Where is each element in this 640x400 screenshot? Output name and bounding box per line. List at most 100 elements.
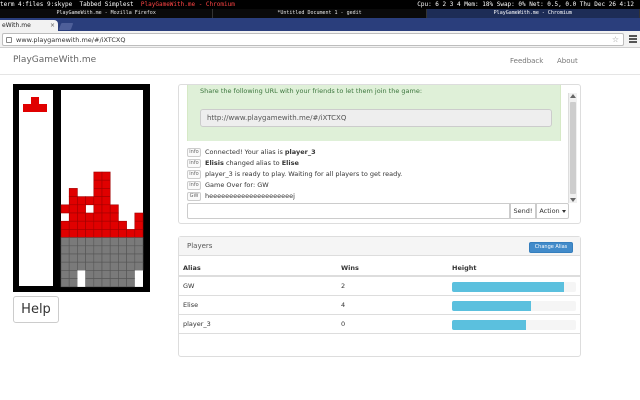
address-url: www.playgamewith.me/#/iXTCXQ — [16, 36, 126, 44]
tetris-cell — [77, 253, 86, 263]
tetris-cell — [101, 204, 111, 214]
message-tag: info — [187, 158, 201, 168]
system-status-bar: term 4:files 9:skype Tabbed Simplest Pla… — [0, 0, 640, 9]
bookmark-star-icon[interactable]: ☆ — [612, 34, 619, 46]
tetris-cell — [68, 270, 78, 279]
tetris-cell — [109, 261, 119, 271]
message-bold: Elisis — [205, 159, 224, 167]
chat-input[interactable] — [187, 203, 510, 219]
tetris-cell — [109, 253, 119, 263]
task-gedit[interactable]: *Untitled Document 1 - gedit — [213, 9, 427, 18]
task-chromium[interactable]: PlayGameWith.me - Chromium — [426, 9, 640, 18]
tetris-cell — [101, 229, 111, 238]
tetris-cell — [68, 196, 78, 206]
scroll-up-icon[interactable] — [570, 94, 576, 98]
scroll-thumb[interactable] — [570, 102, 576, 194]
message-text: Connected! Your alias is — [205, 148, 285, 156]
caret-down-icon — [561, 209, 566, 213]
tetris-cell — [93, 204, 103, 214]
tetris-cell — [77, 220, 86, 230]
players-header: Players Change Alias — [179, 237, 580, 256]
tetris-cell — [85, 220, 95, 230]
table-row: GW 2 — [179, 277, 580, 296]
message-bold: player_3 — [284, 148, 316, 156]
chat-scroll-area[interactable]: Share the following URL with your friend… — [179, 85, 569, 203]
tetris-cell — [134, 237, 144, 247]
scroll-down-icon[interactable] — [570, 198, 576, 202]
chat-scrollbar[interactable] — [568, 93, 577, 203]
tetris-cell — [118, 270, 127, 279]
nav-feedback-link[interactable]: Feedback — [510, 57, 543, 65]
tetris-cell — [31, 97, 39, 105]
tetris-cell — [68, 237, 78, 247]
address-bar[interactable]: www.playgamewith.me/#/iXTCXQ ☆ — [2, 33, 624, 46]
player-alias: player_3 — [183, 320, 211, 328]
player-wins: 4 — [341, 301, 346, 309]
tetris-cell — [93, 196, 103, 206]
new-tab-button[interactable] — [58, 23, 74, 30]
tetris-cell — [60, 220, 70, 230]
tetris-cell — [109, 212, 119, 222]
tetris-cell — [68, 278, 78, 288]
player-wins: 2 — [341, 282, 346, 290]
brand-link[interactable]: PlayGameWith.me — [13, 55, 96, 65]
tetris-cell — [134, 245, 144, 255]
tetris-cell — [101, 171, 111, 181]
tetris-cell — [101, 270, 111, 279]
tetris-cell — [101, 179, 111, 189]
tetris-cell — [109, 245, 119, 255]
tetris-cell — [85, 196, 95, 206]
table-row: Elise 4 — [179, 296, 580, 315]
tetris-cell — [60, 261, 70, 271]
tetris-cell — [118, 278, 127, 288]
send-button[interactable]: Send! — [510, 203, 536, 219]
tetris-board[interactable] — [13, 84, 150, 292]
tetris-cell — [118, 237, 127, 247]
task-firefox[interactable]: PlayGameWith.me - Mozilla Firefox — [0, 9, 214, 18]
tetris-cell — [101, 245, 111, 255]
tetris-cell — [101, 188, 111, 197]
height-progress-bar — [452, 282, 576, 292]
tetris-cell — [134, 220, 144, 230]
tetris-cell — [31, 104, 39, 112]
tetris-cell — [101, 220, 111, 230]
action-dropdown-button[interactable]: Action — [536, 203, 569, 219]
tetris-cell — [85, 245, 95, 255]
tab-title: eWith.me — [2, 22, 31, 29]
tetris-cell — [134, 229, 144, 238]
nav-about-link[interactable]: About — [557, 57, 578, 65]
workspace-list[interactable]: term 4:files 9:skype — [0, 1, 72, 8]
share-url-field[interactable]: http://www.playgamewith.me/#/iXTCXQ — [200, 109, 552, 127]
message-text: player_3 is ready to play. Waiting for a… — [205, 170, 403, 178]
tetris-cell — [101, 196, 111, 206]
player-wins: 0 — [341, 320, 346, 328]
chat-message: GW heeeeeeeeeeeeeeeeeeeeej — [187, 191, 561, 202]
tetris-cell — [134, 261, 144, 271]
player-alias: GW — [183, 282, 195, 290]
tetris-cell — [77, 229, 86, 238]
browser-menu-icon[interactable] — [629, 35, 637, 43]
close-tab-icon[interactable]: × — [50, 20, 55, 31]
tetris-cell — [134, 253, 144, 263]
tetris-cell — [60, 237, 70, 247]
tetris-cell — [101, 253, 111, 263]
tetris-cell — [118, 261, 127, 271]
tetris-cell — [60, 278, 70, 288]
tetris-cell — [126, 237, 136, 247]
tetris-cell — [118, 220, 127, 230]
opponent-well — [60, 90, 144, 288]
tetris-cell — [101, 237, 111, 247]
message-tag: info — [187, 169, 201, 179]
page-icon — [6, 37, 12, 43]
tetris-cell — [60, 229, 70, 238]
browser-tab[interactable]: eWith.me × — [0, 20, 58, 31]
height-progress-fill — [452, 301, 532, 311]
chat-message: info Game Over for: GW — [187, 180, 561, 191]
tetris-cell — [85, 237, 95, 247]
tetris-cell — [126, 229, 136, 238]
change-alias-button[interactable]: Change Alias — [529, 242, 573, 253]
tetris-cell — [85, 278, 95, 288]
message-tag: info — [187, 180, 201, 190]
tetris-cell — [39, 104, 47, 112]
help-button[interactable]: Help — [13, 296, 59, 323]
